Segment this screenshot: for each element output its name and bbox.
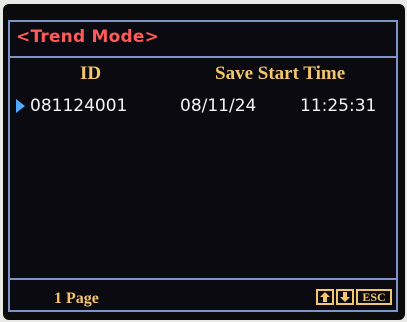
selection-cursor-icon (16, 99, 25, 113)
up-arrow-icon (320, 292, 330, 302)
esc-key-label: ESC (362, 290, 386, 304)
down-arrow-icon (340, 292, 350, 302)
title-divider (10, 56, 396, 58)
column-header-id: ID (80, 63, 102, 84)
column-header-save-start-time: Save Start Time (215, 63, 346, 84)
up-key[interactable] (316, 289, 334, 305)
screen-title: <Trend Mode> (16, 27, 160, 47)
row-time: 11:25:31 (300, 96, 377, 116)
lcd-screen: <Trend Mode> ID Save Start Time 08112400… (8, 20, 398, 312)
row-id: 081124001 (30, 96, 128, 116)
softkey-bar: ESC (316, 289, 392, 305)
device-bezel: <Trend Mode> ID Save Start Time 08112400… (3, 4, 405, 320)
page-indicator: 1 Page (54, 290, 99, 307)
down-key[interactable] (336, 289, 354, 305)
footer-divider (10, 278, 396, 280)
title-bar: <Trend Mode> (10, 22, 396, 58)
table-row[interactable]: 081124001 08/11/24 11:25:31 (10, 94, 396, 120)
row-date: 08/11/24 (180, 96, 257, 116)
esc-key[interactable]: ESC (356, 289, 392, 305)
